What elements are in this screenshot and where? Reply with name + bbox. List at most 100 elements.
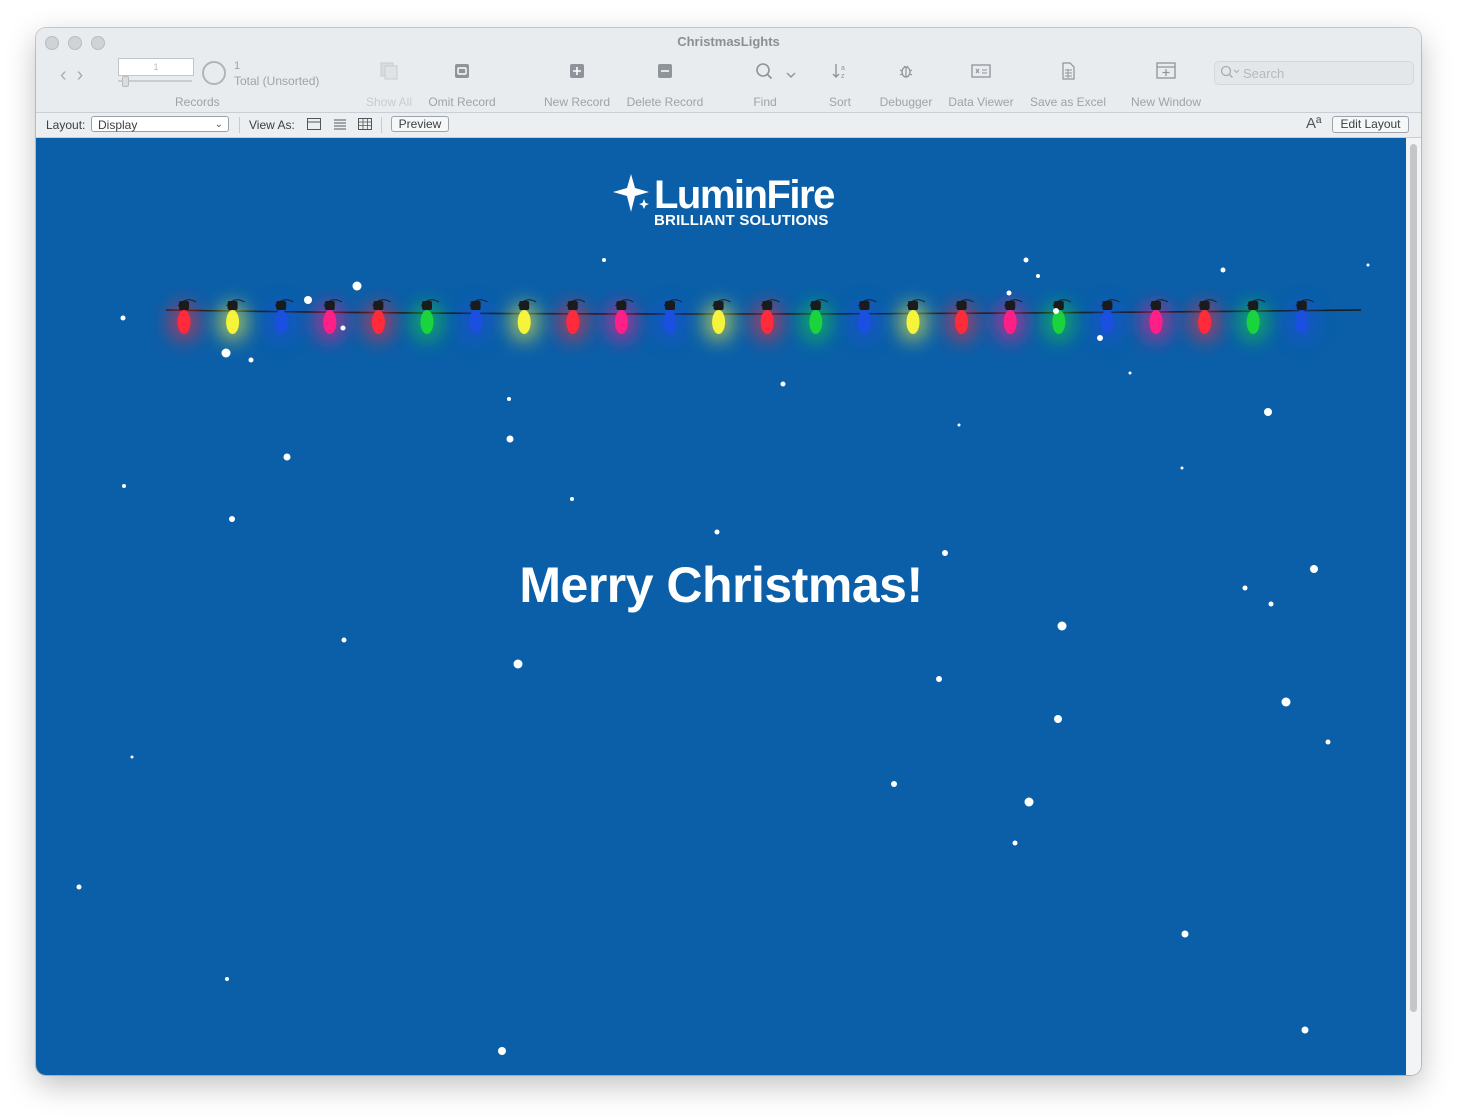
vertical-scrollbar[interactable] [1406,138,1421,1075]
search-icon [1220,65,1240,78]
snowflake [507,397,511,401]
layout-content: LuminFire BRILLIANT SOLUTIONS Merry Chri… [36,138,1406,1075]
snowflake [1054,715,1062,723]
layout-select[interactable]: Display ⌄ [91,116,229,132]
snowflake [506,435,514,443]
light-bulb-magenta [1140,299,1172,342]
light-bulb-red [168,299,200,342]
preview-button[interactable]: Preview [391,116,449,132]
new-record-button[interactable]: New Record [544,62,610,109]
snowflake [1180,466,1184,470]
data-viewer-button[interactable]: Data Viewer [948,62,1014,109]
snowflake [936,676,942,682]
light-bulb-green [799,299,832,342]
find-label: Find [753,95,777,109]
new-window-label: New Window [1130,95,1202,109]
new-window-button[interactable]: New Window [1131,62,1201,109]
snowflake [891,781,897,787]
snowflake [1264,408,1272,416]
save-as-excel-label: Save as Excel [1029,95,1107,109]
light-bulb-red [751,299,784,342]
form-view-icon[interactable] [307,118,321,130]
edit-layout-button[interactable]: Edit Layout [1332,116,1409,133]
snowflake [130,755,134,759]
snowflake [570,497,574,501]
layout-bar: Layout: Display ⌄ View As: Preview Aª Ed… [36,113,1421,138]
show-all-icon [379,62,399,80]
window-title: ChristmasLights [677,34,780,49]
found-set-pie-icon [202,61,226,85]
records-label: Records [175,95,220,109]
omit-record-label: Omit Record [428,95,496,109]
light-bulb-yellow [702,299,735,342]
divider [381,117,382,133]
delete-record-button[interactable]: Delete Record [627,62,703,109]
next-record-icon[interactable]: › [77,64,94,86]
debugger-button[interactable]: Debugger [880,62,932,109]
snowflake [1024,797,1034,807]
snowflake [229,516,235,522]
snowflake [957,423,961,427]
snowflake [341,637,347,643]
minus-icon [655,62,675,80]
spreadsheet-file-icon [1058,62,1078,80]
light-bulb-yellow [897,299,929,342]
layout-label: Layout: [46,118,86,132]
light-bulb-green [1237,299,1270,342]
snowflake [1057,621,1067,631]
record-slider[interactable] [118,76,192,87]
search-field[interactable]: Search [1214,61,1414,85]
star-logo-icon [613,174,649,212]
snowflake [602,258,606,262]
show-all-button[interactable]: Show All [366,62,412,109]
light-bulb-magenta [994,299,1027,342]
snowflake [1023,257,1029,263]
view-as-label: View As: [249,118,295,132]
sort-button[interactable]: az Sort [829,62,851,109]
light-bulb-red [1188,299,1221,342]
debugger-label: Debugger [879,95,933,109]
search-placeholder: Search [1243,66,1285,81]
light-bulb-yellow [216,299,249,342]
list-view-icon[interactable] [333,118,347,130]
light-bulb-blue [459,299,492,342]
light-bulb-blue [654,299,686,342]
light-bulb-blue [848,299,881,342]
light-bulb-yellow [508,299,541,342]
record-nav: ‹› [60,64,93,87]
omit-record-button[interactable]: Omit Record [428,62,496,109]
snowflake [225,977,229,981]
snowflake [1325,739,1331,745]
snowflake [780,381,786,387]
delete-record-label: Delete Record [626,95,704,109]
scrollbar-thumb[interactable] [1410,144,1417,1012]
greeting-text: Merry Christmas! [519,557,923,613]
data-viewer-label: Data Viewer [948,95,1014,109]
light-bulb-blue [1285,299,1318,342]
snowflake [76,884,82,890]
table-view-icon[interactable] [358,118,372,130]
find-menu-chevron-icon[interactable] [786,66,796,84]
snowflake [513,659,523,669]
omit-record-icon [452,62,472,80]
sort-label: Sort [828,95,852,109]
app-window: ChristmasLights ‹› 1 1 Total (Unsorted) … [36,28,1421,1075]
snowflake [1281,697,1291,707]
snowflake [1012,840,1018,846]
find-button[interactable]: Find [753,62,777,109]
text-format-icon[interactable]: Aª [1306,115,1322,132]
snowflake [714,529,720,535]
snowflake [283,453,291,461]
snowflake [1301,1026,1309,1034]
snowflake [1181,930,1189,938]
new-window-icon [1156,62,1176,80]
current-record-field[interactable]: 1 [118,58,194,76]
light-bulb-blue [1091,299,1124,342]
snowflake [122,484,126,488]
save-as-excel-button[interactable]: Save as Excel [1030,62,1106,109]
new-record-label: New Record [543,95,611,109]
light-bulb-magenta [313,299,346,342]
magnifier-icon [755,62,775,80]
svg-text:a: a [841,65,845,72]
previous-record-icon[interactable]: ‹ [60,64,77,86]
